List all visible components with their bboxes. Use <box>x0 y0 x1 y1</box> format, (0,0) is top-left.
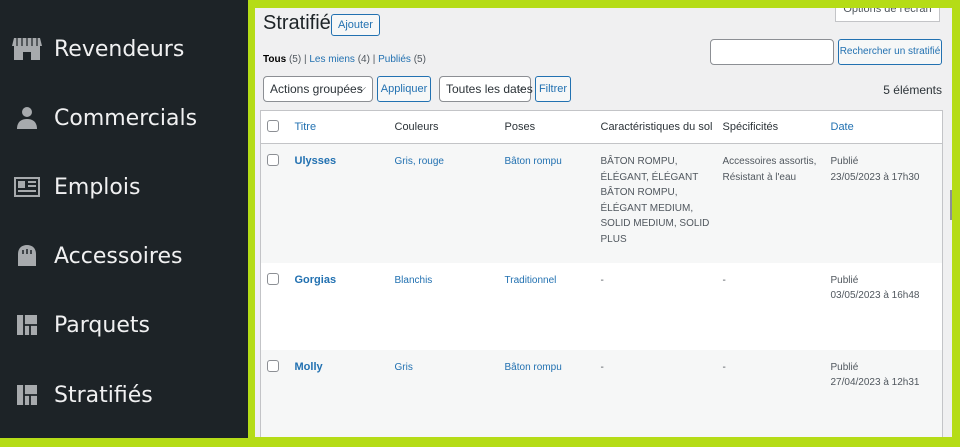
row-title-link[interactable]: Gorgias <box>295 274 337 286</box>
row-select-cell <box>260 143 289 263</box>
sidebar-item-commercials[interactable]: Commercials <box>0 95 248 141</box>
column-features: Caractéristiques du sol <box>594 110 717 144</box>
row-checkbox[interactable] <box>267 154 279 166</box>
date-cell: Publié 03/05/2023 à 16h48 <box>825 263 943 350</box>
chevron-down-icon: ⌵ <box>516 83 524 94</box>
sidebar-item-label: Stratifiés <box>54 382 153 408</box>
layout-icon <box>9 314 45 336</box>
select-all-cell <box>260 110 289 144</box>
date-text: 23/05/2023 à 17h30 <box>830 171 920 183</box>
column-date[interactable]: Date <box>824 110 943 144</box>
colors-cell: Blanchis <box>389 263 499 350</box>
search-input[interactable] <box>710 39 834 65</box>
page-title: Stratifiés <box>263 12 341 34</box>
filter-all[interactable]: Tous (5) <box>263 54 301 65</box>
row-checkbox[interactable] <box>267 272 279 285</box>
posts-table: Titre Couleurs Poses Caractéristiques du… <box>260 110 943 437</box>
id-card-icon <box>9 177 45 197</box>
specs-cell: - <box>716 349 825 437</box>
filter-separator: | <box>372 54 376 65</box>
table-row: Ulysses Gris, rouge Bâton rompu BÂTON RO… <box>260 143 943 263</box>
colors-cell: Gris, rouge <box>388 143 499 263</box>
specs-cell: - <box>722 274 726 286</box>
filter-all-count: (5) <box>288 54 302 65</box>
sidebar-item-parquets[interactable]: Parquets <box>0 302 248 348</box>
column-colors: Couleurs <box>388 110 499 144</box>
column-specs: Spécificités <box>716 110 825 144</box>
row-checkbox[interactable] <box>267 359 279 372</box>
filter-separator: | <box>303 54 307 65</box>
apply-button[interactable]: Appliquer <box>377 76 431 102</box>
sidebar-item-revendeurs[interactable]: Revendeurs <box>0 26 248 72</box>
scrollbar[interactable] <box>950 190 952 220</box>
sidebar-item-label: Parquets <box>54 312 150 338</box>
person-icon <box>9 106 45 130</box>
filter-mine-count: (4) <box>357 54 370 65</box>
filter-button[interactable]: Filtrer <box>535 76 571 102</box>
status-text: Publié <box>830 274 859 286</box>
features-cell: - <box>594 349 717 437</box>
filter-all-label: Tous <box>263 54 287 65</box>
store-icon <box>9 36 45 62</box>
bag-icon <box>9 244 45 268</box>
date-text: 27/04/2023 à 12h31 <box>830 377 920 388</box>
filter-mine-label: Les miens <box>309 54 355 65</box>
add-new-button[interactable]: Ajouter <box>331 14 380 36</box>
search-button[interactable]: Rechercher un stratifié <box>838 39 942 65</box>
row-title-link[interactable]: Ulysses <box>295 155 337 167</box>
layout-icon <box>9 384 45 406</box>
colors-link[interactable]: Blanchis <box>395 275 433 286</box>
sidebar-item-label: Accessoires <box>54 243 183 269</box>
table-header-row: Titre Couleurs Poses Caractéristiques du… <box>260 110 943 144</box>
row-select-cell <box>260 349 289 437</box>
sidebar-item-stratifies[interactable]: Stratifiés <box>0 372 248 418</box>
filter-mine[interactable]: Les miens (4) <box>309 54 370 65</box>
column-title[interactable]: Titre <box>288 110 389 144</box>
features-cell: BÂTON ROMPU, ÉLÉGANT, ÉLÉGANT BÂTON ROMP… <box>594 143 717 263</box>
date-text: 03/05/2023 à 16h48 <box>830 290 920 301</box>
colors-cell: Gris <box>388 349 499 437</box>
table-row: Molly Gris Bâton rompu - - Publié 27/04/2… <box>260 349 943 437</box>
content-area: Options de l'écran Stratifiés Ajouter To… <box>255 8 952 437</box>
poses-cell: Traditionnel <box>499 263 595 350</box>
sidebar-item-accessoires[interactable]: Accessoires <box>0 233 248 279</box>
bulk-actions-value: Actions groupées <box>270 82 363 96</box>
filter-published-count: (5) <box>413 54 426 65</box>
select-all-checkbox[interactable] <box>267 119 279 132</box>
item-count: 5 éléments <box>883 83 942 97</box>
features-cell: - <box>600 274 604 286</box>
date-cell: Publié 23/05/2023 à 17h30 <box>824 143 943 263</box>
table-row: Gorgias Blanchis Traditionnel - - Publié… <box>261 263 943 350</box>
sidebar-item-label: Revendeurs <box>54 36 185 62</box>
row-select-cell <box>261 263 289 350</box>
date-filter-select[interactable]: Toutes les dates ⌵ <box>439 76 533 102</box>
status-text: Publié <box>830 361 859 373</box>
column-poses: Poses <box>498 110 595 144</box>
filter-published[interactable]: Publiés (5) <box>378 54 426 65</box>
sidebar-item-emplois[interactable]: Emplois <box>0 164 248 210</box>
poses-cell: Bâton rompu <box>498 349 595 437</box>
chevron-down-icon: ⌵ <box>358 83 366 94</box>
title-cell: Molly <box>288 349 389 437</box>
sidebar-item-label: Emplois <box>54 174 141 200</box>
bulk-actions-select[interactable]: Actions groupées ⌵ <box>263 76 373 102</box>
filter-published-label: Publiés <box>378 54 411 65</box>
colors-link[interactable]: Gris, rouge <box>395 156 444 167</box>
poses-link[interactable]: Traditionnel <box>505 275 557 286</box>
specs-cell: Accessoires assortis, Résistant à l'eau <box>716 143 825 263</box>
colors-link[interactable]: Gris <box>395 362 413 373</box>
status-filters: Tous (5) | Les miens (4) | Publiés (5) <box>263 54 426 65</box>
status-text: Publié <box>830 156 859 167</box>
row-title-link[interactable]: Molly <box>295 361 323 373</box>
sidebar-item-label: Commercials <box>54 105 198 131</box>
poses-link[interactable]: Bâton rompu <box>505 362 562 373</box>
admin-sidebar: Revendeurs Commercials Emplois Accessoir… <box>0 0 248 438</box>
title-cell: Gorgias <box>289 263 389 350</box>
screen-options-button[interactable]: Options de l'écran <box>835 8 940 22</box>
date-cell: Publié 27/04/2023 à 12h31 <box>824 349 943 437</box>
title-cell: Ulysses <box>288 143 389 263</box>
poses-cell: Bâton rompu <box>498 143 595 263</box>
poses-link[interactable]: Bâton rompu <box>505 156 562 167</box>
